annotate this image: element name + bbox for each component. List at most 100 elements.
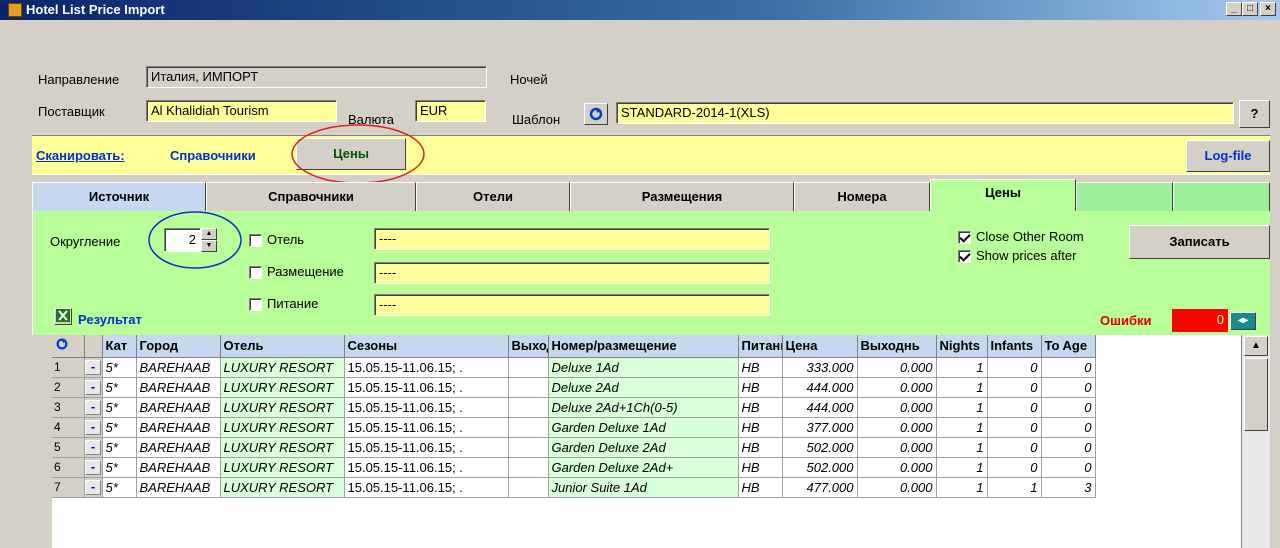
table-row[interactable]: 1-5* BAREHAAB LUXURY RESORT 15.05.15-11.06.…	[52, 357, 1096, 378]
infants-cell[interactable]: 1	[987, 477, 1042, 498]
to-age-cell[interactable]: 0	[1041, 457, 1096, 478]
season-cell[interactable]: 15.05.15-11.06.15; .	[344, 437, 509, 458]
room-cell[interactable]: Deluxe 1Ad	[548, 357, 739, 378]
category-cell[interactable]: 5*	[102, 477, 137, 498]
to-age-cell[interactable]: 0	[1041, 437, 1096, 458]
price-cell[interactable]: 502.000	[782, 457, 858, 478]
scroll-up-button[interactable]: ▲	[1244, 336, 1268, 356]
logfile-button[interactable]: Log-file	[1186, 140, 1270, 172]
row-delete-button[interactable]: -	[84, 397, 103, 418]
city-cell[interactable]: BAREHAAB	[136, 437, 221, 458]
supplier-field[interactable]: Al Khalidiah Tourism	[146, 100, 337, 122]
hotel-cell[interactable]: LUXURY RESORT	[220, 477, 345, 498]
hotel-cell[interactable]: LUXURY RESORT	[220, 417, 345, 438]
weekend-price-cell[interactable]: 0.000	[857, 437, 937, 458]
city-cell[interactable]: BAREHAAB	[136, 477, 221, 498]
hotel-checkbox[interactable]	[249, 234, 262, 247]
city-cell[interactable]: BAREHAAB	[136, 397, 221, 418]
tab-accommodations[interactable]: Размещения	[570, 182, 794, 212]
city-cell[interactable]: BAREHAAB	[136, 357, 221, 378]
room-cell[interactable]: Junior Suite 1Ad	[548, 477, 739, 498]
hotel-cell[interactable]: LUXURY RESORT	[220, 357, 345, 378]
meal-cell[interactable]: HB	[738, 437, 783, 458]
table-row[interactable]: 4-5* BAREHAAB LUXURY RESORT 15.05.15-11.06.…	[52, 417, 1096, 438]
city-cell[interactable]: BAREHAAB	[136, 377, 221, 398]
weekend-cell[interactable]	[508, 417, 549, 438]
weekend-price-cell[interactable]: 0.000	[857, 417, 937, 438]
infants-cell[interactable]: 0	[987, 417, 1042, 438]
table-row[interactable]: 2-5* BAREHAAB LUXURY RESORT 15.05.15-11.06.…	[52, 377, 1096, 398]
room-cell[interactable]: Garden Deluxe 2Ad	[548, 437, 739, 458]
tab-hotels[interactable]: Отели	[416, 182, 570, 212]
infants-cell[interactable]: 0	[987, 457, 1042, 478]
nights-cell[interactable]: 1	[936, 437, 988, 458]
prices-grid[interactable]: КатГородОтельСезоныВыходнНомер/размещени…	[52, 335, 1270, 548]
nights-cell[interactable]: 1	[936, 457, 988, 478]
close-button[interactable]: ×	[1260, 2, 1276, 16]
row-delete-button[interactable]: -	[84, 357, 103, 378]
row-delete-button[interactable]: -	[84, 377, 103, 398]
table-row[interactable]: 5-5* BAREHAAB LUXURY RESORT 15.05.15-11.06.…	[52, 437, 1096, 458]
meal-cell[interactable]: HB	[738, 477, 783, 498]
infants-cell[interactable]: 0	[987, 377, 1042, 398]
room-cell[interactable]: Deluxe 2Ad	[548, 377, 739, 398]
column-header[interactable]: Отель	[220, 335, 345, 358]
season-cell[interactable]: 15.05.15-11.06.15; .	[344, 417, 509, 438]
tab-rooms[interactable]: Номера	[794, 182, 930, 212]
tab-extra-1[interactable]	[1076, 182, 1173, 212]
tab-refs[interactable]: Справочники	[206, 182, 416, 212]
column-header[interactable]: Infants	[987, 335, 1042, 358]
column-header[interactable]: Выходнь	[857, 335, 937, 358]
hotel-cell[interactable]: LUXURY RESORT	[220, 377, 345, 398]
tab-prices[interactable]: Цены	[930, 179, 1076, 212]
template-field[interactable]: STANDARD-2014-1(XLS)	[616, 102, 1234, 124]
city-cell[interactable]: BAREHAAB	[136, 457, 221, 478]
accommodation-filter-field[interactable]: ----	[374, 262, 770, 284]
meal-cell[interactable]: HB	[738, 377, 783, 398]
tab-extra-2[interactable]	[1173, 182, 1270, 212]
season-cell[interactable]: 15.05.15-11.06.15; .	[344, 477, 509, 498]
grid-vertical-scrollbar[interactable]: ▲	[1241, 335, 1270, 548]
room-cell[interactable]: Garden Deluxe 2Ad+	[548, 457, 739, 478]
meal-cell[interactable]: HB	[738, 417, 783, 438]
weekend-cell[interactable]	[508, 357, 549, 378]
table-row[interactable]: 3-5* BAREHAAB LUXURY RESORT 15.05.15-11.06.…	[52, 397, 1096, 418]
infants-cell[interactable]: 0	[987, 397, 1042, 418]
weekend-cell[interactable]	[508, 477, 549, 498]
weekend-price-cell[interactable]: 0.000	[857, 397, 937, 418]
minimize-button[interactable]: _	[1226, 2, 1242, 16]
row-delete-button[interactable]: -	[84, 437, 103, 458]
to-age-cell[interactable]: 0	[1041, 357, 1096, 378]
scan-refs-button[interactable]: Справочники	[170, 148, 256, 163]
accommodation-checkbox[interactable]	[249, 266, 262, 279]
weekend-price-cell[interactable]: 0.000	[857, 357, 937, 378]
nights-cell[interactable]: 1	[936, 357, 988, 378]
column-header[interactable]: To Age	[1041, 335, 1096, 358]
column-header[interactable]: Кат	[102, 335, 137, 358]
column-header[interactable]: Выходн	[508, 335, 549, 358]
meal-filter-field[interactable]: ----	[374, 294, 770, 316]
show-prices-after-checkbox[interactable]	[958, 250, 971, 263]
column-header[interactable]: Цена	[782, 335, 858, 358]
price-cell[interactable]: 477.000	[782, 477, 858, 498]
weekend-cell[interactable]	[508, 457, 549, 478]
excel-export-button[interactable]	[54, 308, 72, 325]
infants-cell[interactable]: 0	[987, 437, 1042, 458]
price-cell[interactable]: 502.000	[782, 437, 858, 458]
to-age-cell[interactable]: 0	[1041, 397, 1096, 418]
category-cell[interactable]: 5*	[102, 377, 137, 398]
meal-checkbox[interactable]	[249, 298, 262, 311]
meal-cell[interactable]: HB	[738, 357, 783, 378]
category-cell[interactable]: 5*	[102, 437, 137, 458]
category-cell[interactable]: 5*	[102, 357, 137, 378]
meal-cell[interactable]: HB	[738, 397, 783, 418]
price-cell[interactable]: 377.000	[782, 417, 858, 438]
scan-link[interactable]: Сканировать:	[36, 148, 125, 163]
season-cell[interactable]: 15.05.15-11.06.15; .	[344, 397, 509, 418]
season-cell[interactable]: 15.05.15-11.06.15; .	[344, 377, 509, 398]
to-age-cell[interactable]: 0	[1041, 377, 1096, 398]
expand-grid-button[interactable]: ◂▸	[1230, 312, 1256, 330]
nights-cell[interactable]: 1	[936, 397, 988, 418]
tab-source[interactable]: Источник	[32, 182, 206, 212]
price-cell[interactable]: 444.000	[782, 377, 858, 398]
